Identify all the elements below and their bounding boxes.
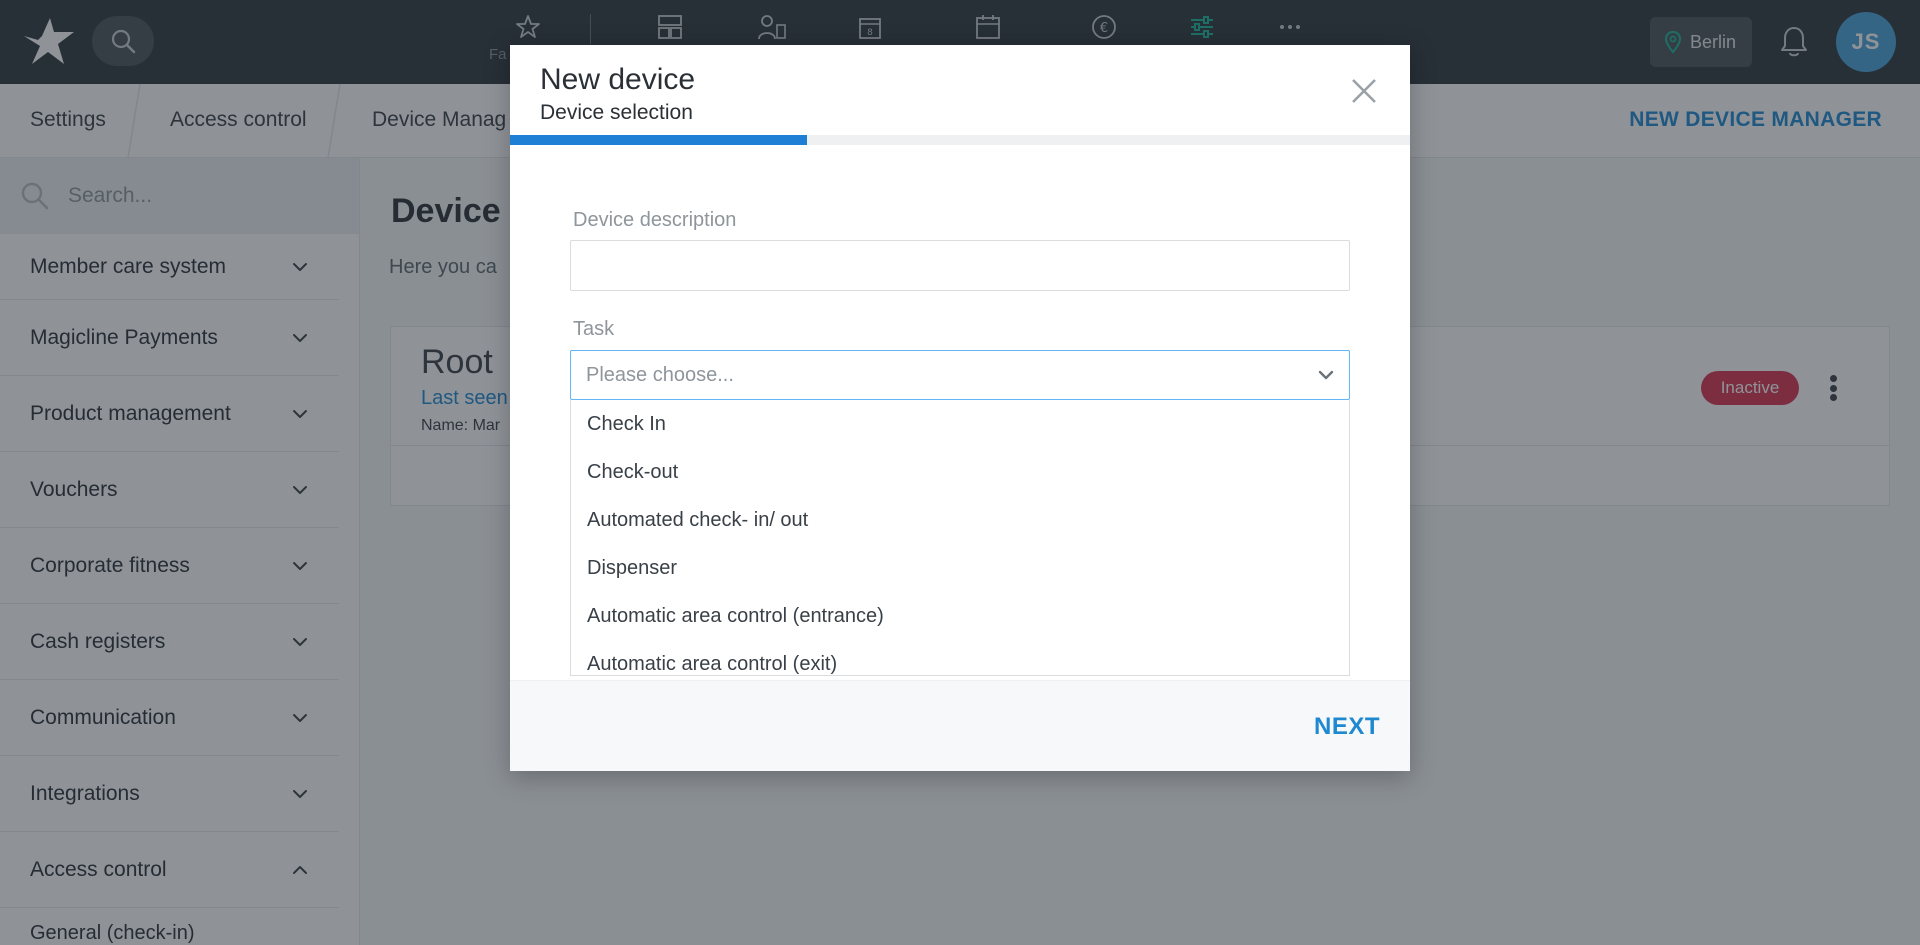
task-select-placeholder: Please choose... [586, 363, 734, 386]
dialog-subtitle: Device selection [540, 101, 693, 124]
device-description-input[interactable] [570, 240, 1350, 291]
task-label: Task [573, 318, 615, 340]
chevron-down-icon [1318, 370, 1334, 380]
wizard-progress-bar [510, 135, 1410, 145]
task-option-automated-check-in-out[interactable]: Automated check- in/ out [571, 496, 1349, 544]
task-option-area-control-entrance[interactable]: Automatic area control (entrance) [571, 592, 1349, 640]
task-option-check-out[interactable]: Check-out [571, 448, 1349, 496]
close-icon[interactable] [1348, 75, 1380, 107]
task-option-area-control-exit[interactable]: Automatic area control (exit) [571, 640, 1349, 675]
dialog-title: New device [540, 63, 696, 96]
next-button[interactable]: NEXT [1314, 713, 1380, 741]
task-option-dispenser[interactable]: Dispenser [571, 544, 1349, 592]
device-description-label: Device description [573, 209, 737, 231]
task-option-check-in[interactable]: Check In [571, 400, 1349, 448]
dialog-footer: NEXT [510, 680, 1410, 771]
wizard-progress-fill [510, 135, 807, 145]
task-select[interactable]: Please choose... [570, 350, 1350, 400]
task-dropdown-list: Check In Check-out Automated check- in/ … [570, 400, 1350, 676]
new-device-dialog: New device Device selection Device descr… [510, 45, 1410, 771]
